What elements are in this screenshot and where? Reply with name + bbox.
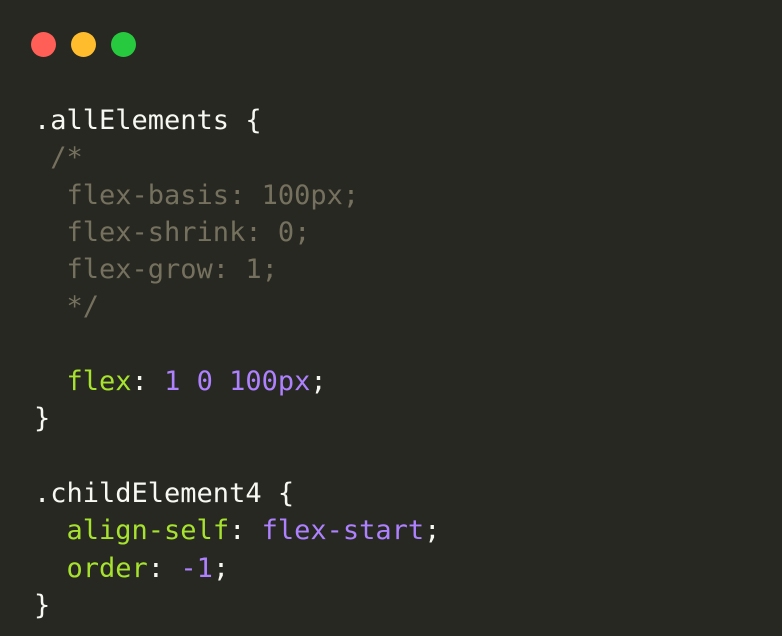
code-token: order [66, 552, 148, 584]
code-line: } [34, 587, 440, 624]
code-token: -1 [180, 552, 213, 584]
code-token: flex [66, 366, 132, 398]
code-token: : [229, 515, 262, 547]
code-line: flex: 1 0 100px; [34, 363, 440, 400]
code-token: ; [310, 366, 327, 398]
close-button[interactable] [31, 32, 56, 57]
code-line: flex-shrink: 0; [34, 214, 440, 251]
code-line: .allElements { [34, 102, 440, 139]
minimize-button[interactable] [71, 32, 96, 57]
code-line: */ [34, 288, 440, 325]
code-token: ; [424, 515, 441, 547]
code-token: .childElement4 { [34, 477, 295, 509]
code-block: .allElements { /* flex-basis: 100px; fle… [34, 102, 440, 624]
maximize-button[interactable] [111, 32, 136, 57]
code-line: flex-grow: 1; [34, 251, 440, 288]
code-token: flex-start [261, 515, 425, 547]
code-line: align-self: flex-start; [34, 512, 441, 549]
code-token: } [34, 403, 51, 435]
code-window: .allElements { /* flex-basis: 100px; fle… [0, 0, 782, 636]
code-token: .allElements { [34, 105, 262, 136]
code-line: /* [34, 139, 440, 176]
window-controls [31, 32, 136, 57]
code-token: 1 0 100px [164, 366, 311, 398]
code-token: ; [212, 552, 230, 584]
code-token: */ [34, 291, 100, 323]
code-line: } [34, 400, 440, 437]
code-token: flex-grow: 1; [34, 254, 278, 286]
code-line: order: -1; [34, 550, 440, 587]
code-line: flex-basis: 100px; [34, 177, 440, 214]
code-token: : [131, 366, 165, 398]
code-token: : [147, 552, 181, 584]
code-token: flex-basis: 100px; [34, 179, 360, 211]
code-token: } [34, 589, 51, 621]
code-line: .childElement4 { [34, 475, 440, 512]
code-token: /* [34, 142, 83, 174]
code-token: flex-shrink: 0; [34, 216, 311, 248]
code-token: align-self [66, 515, 230, 547]
